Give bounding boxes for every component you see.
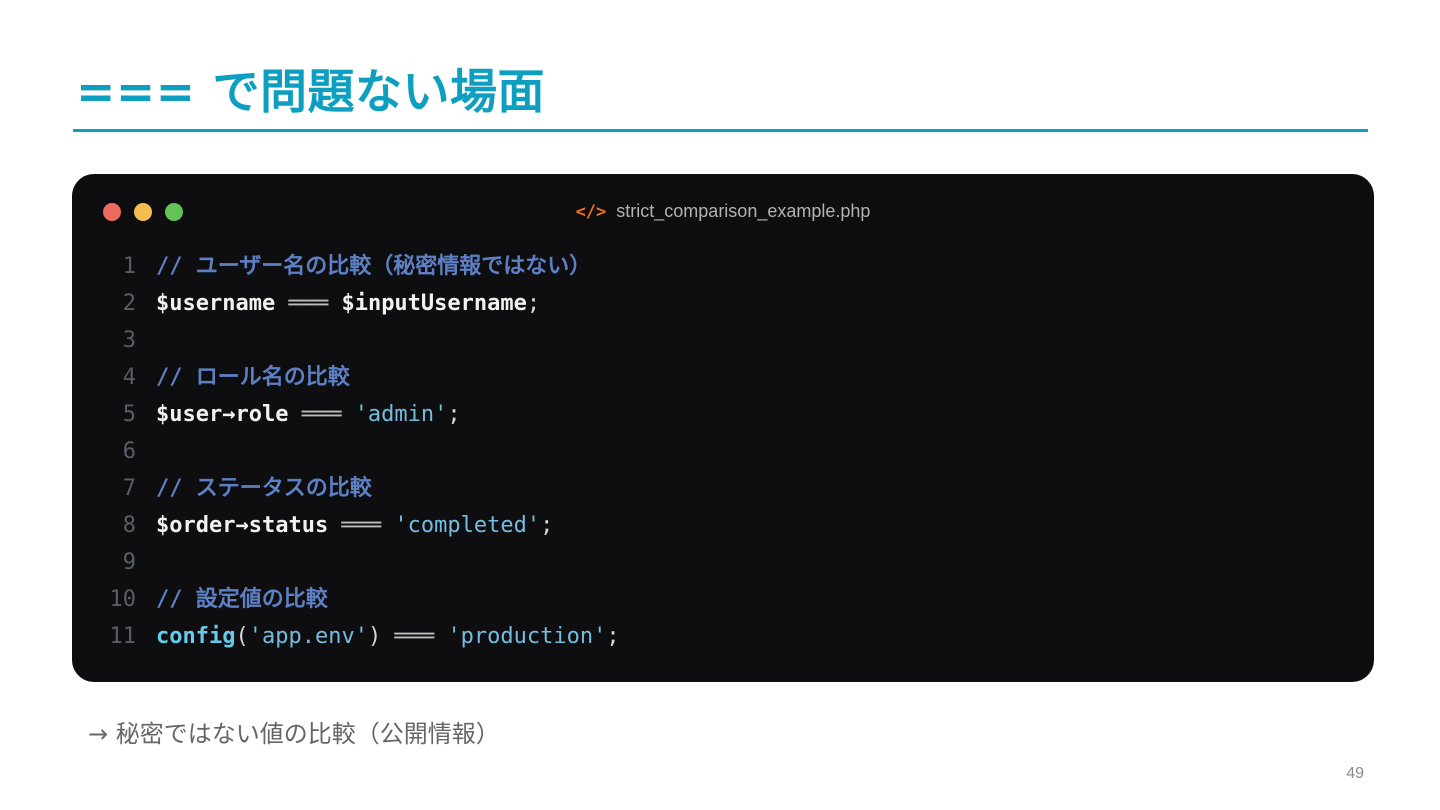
code-token-str: 'app.env' bbox=[248, 624, 368, 649]
code-line: 8 $order→status ═══ 'completed'; bbox=[72, 507, 1374, 544]
file-name: strict_comparison_example.php bbox=[616, 201, 871, 221]
page-number: 49 bbox=[1346, 765, 1364, 782]
code-token-var: $username bbox=[156, 291, 276, 316]
line-number: 10 bbox=[109, 587, 137, 612]
code-token-punc: ; bbox=[540, 513, 554, 538]
line-number: 5 bbox=[122, 402, 136, 427]
code-line: 3 bbox=[72, 322, 1374, 359]
code-token-punc: ) bbox=[367, 624, 382, 649]
code-line: 5 $user→role ═══ 'admin'; bbox=[72, 396, 1374, 433]
code-token-comment: // ユーザー名の比較（秘密情報ではない） bbox=[156, 254, 592, 279]
code-token-var: $order→status bbox=[156, 513, 329, 538]
code-line: 4 // ロール名の比較 bbox=[72, 359, 1374, 396]
code-token-op: ═══ bbox=[328, 513, 395, 538]
line-number: 8 bbox=[122, 513, 136, 538]
code-token-op: ═══ bbox=[275, 291, 342, 316]
code-token-str: 'admin' bbox=[354, 402, 448, 427]
code-icon: </> bbox=[575, 202, 607, 222]
code-token-punc: ; bbox=[606, 624, 620, 649]
code-line: 11 config('app.env') ═══ 'production'; bbox=[72, 618, 1374, 655]
line-number: 9 bbox=[122, 550, 136, 575]
file-tab: </> strict_comparison_example.php bbox=[72, 199, 1374, 224]
line-number: 11 bbox=[109, 624, 137, 649]
line-number: 1 bbox=[122, 254, 136, 279]
code-token-op: ═══ bbox=[288, 402, 355, 427]
code-token-punc: ; bbox=[526, 291, 541, 316]
slide-note: → 秘密ではない値の比較（公開情報） bbox=[88, 720, 500, 748]
code-token-str: 'production' bbox=[447, 624, 607, 649]
code-window: </> strict_comparison_example.php 1 // ユーザ… bbox=[72, 174, 1374, 682]
code-line: 7 // ステータスの比較 bbox=[72, 470, 1374, 507]
code-token-var: $inputUsername bbox=[341, 291, 527, 316]
code-token-op: ═══ bbox=[381, 624, 448, 649]
code-token-punc: ; bbox=[447, 402, 461, 427]
title-divider bbox=[73, 129, 1368, 132]
line-number: 7 bbox=[122, 476, 136, 501]
code-line: 6 bbox=[72, 433, 1374, 470]
code-line: 10 // 設定値の比較 bbox=[72, 581, 1374, 618]
code-editor: 1 // ユーザー名の比較（秘密情報ではない） 2 $username ═══ $in… bbox=[72, 248, 1374, 655]
code-token-punc: ( bbox=[235, 624, 249, 649]
code-line: 1 // ユーザー名の比較（秘密情報ではない） bbox=[72, 248, 1374, 285]
code-token-fn: config bbox=[156, 624, 236, 649]
code-token-comment: // ロール名の比較 bbox=[156, 365, 350, 390]
code-line: 2 $username ═══ $inputUsername; bbox=[72, 285, 1374, 322]
code-token-comment: // ステータスの比較 bbox=[156, 476, 372, 501]
line-number: 2 bbox=[122, 291, 136, 316]
line-number: 3 bbox=[122, 328, 136, 353]
code-token-var: $user→role bbox=[156, 402, 289, 427]
code-token-comment: // 設定値の比較 bbox=[156, 587, 328, 612]
code-line: 9 bbox=[72, 544, 1374, 581]
slide-title: === で問題ない場面 bbox=[76, 65, 546, 120]
line-number: 6 bbox=[122, 439, 136, 464]
code-token-str: 'completed' bbox=[394, 513, 541, 538]
line-number: 4 bbox=[122, 365, 136, 390]
